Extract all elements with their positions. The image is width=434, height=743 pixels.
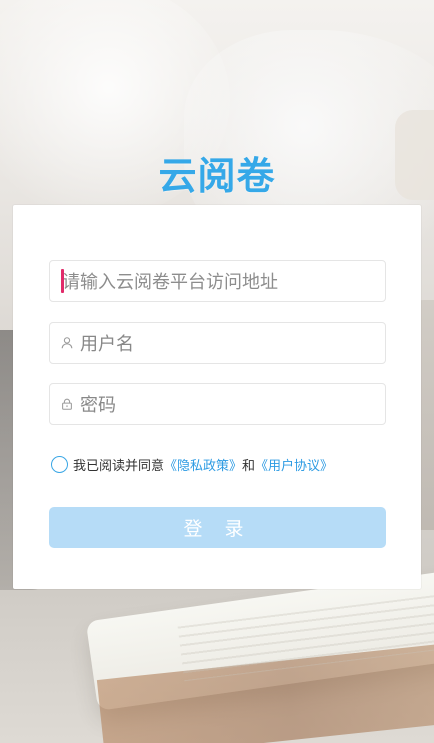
text-cursor	[61, 269, 64, 293]
agreement-prefix: 我已阅读并同意	[73, 459, 165, 474]
agreement-checkbox[interactable]	[51, 456, 68, 473]
platform-address-field[interactable]: 请输入云阅卷平台访问地址	[49, 260, 386, 302]
login-card: 请输入云阅卷平台访问地址 用户名 密码 我已阅读并同意 《隐私政策》 和 《用户…	[13, 205, 421, 589]
agreement-join: 和	[242, 459, 256, 474]
user-icon	[60, 336, 74, 350]
privacy-policy-link[interactable]: 《隐私政策》	[164, 455, 242, 474]
user-agreement-link[interactable]: 《用户协议》	[255, 455, 333, 474]
username-placeholder: 用户名	[80, 334, 134, 355]
agreement-row: 我已阅读并同意 《隐私政策》 和 《用户协议》	[51, 455, 333, 474]
app-logo: 云阅卷	[158, 154, 276, 198]
lock-icon	[60, 397, 74, 411]
username-field[interactable]: 用户名	[49, 322, 386, 364]
password-field[interactable]: 密码	[49, 383, 386, 425]
platform-address-placeholder: 请输入云阅卷平台访问地址	[62, 272, 278, 293]
login-button[interactable]: 登 录	[49, 507, 386, 548]
password-placeholder: 密码	[80, 395, 116, 416]
